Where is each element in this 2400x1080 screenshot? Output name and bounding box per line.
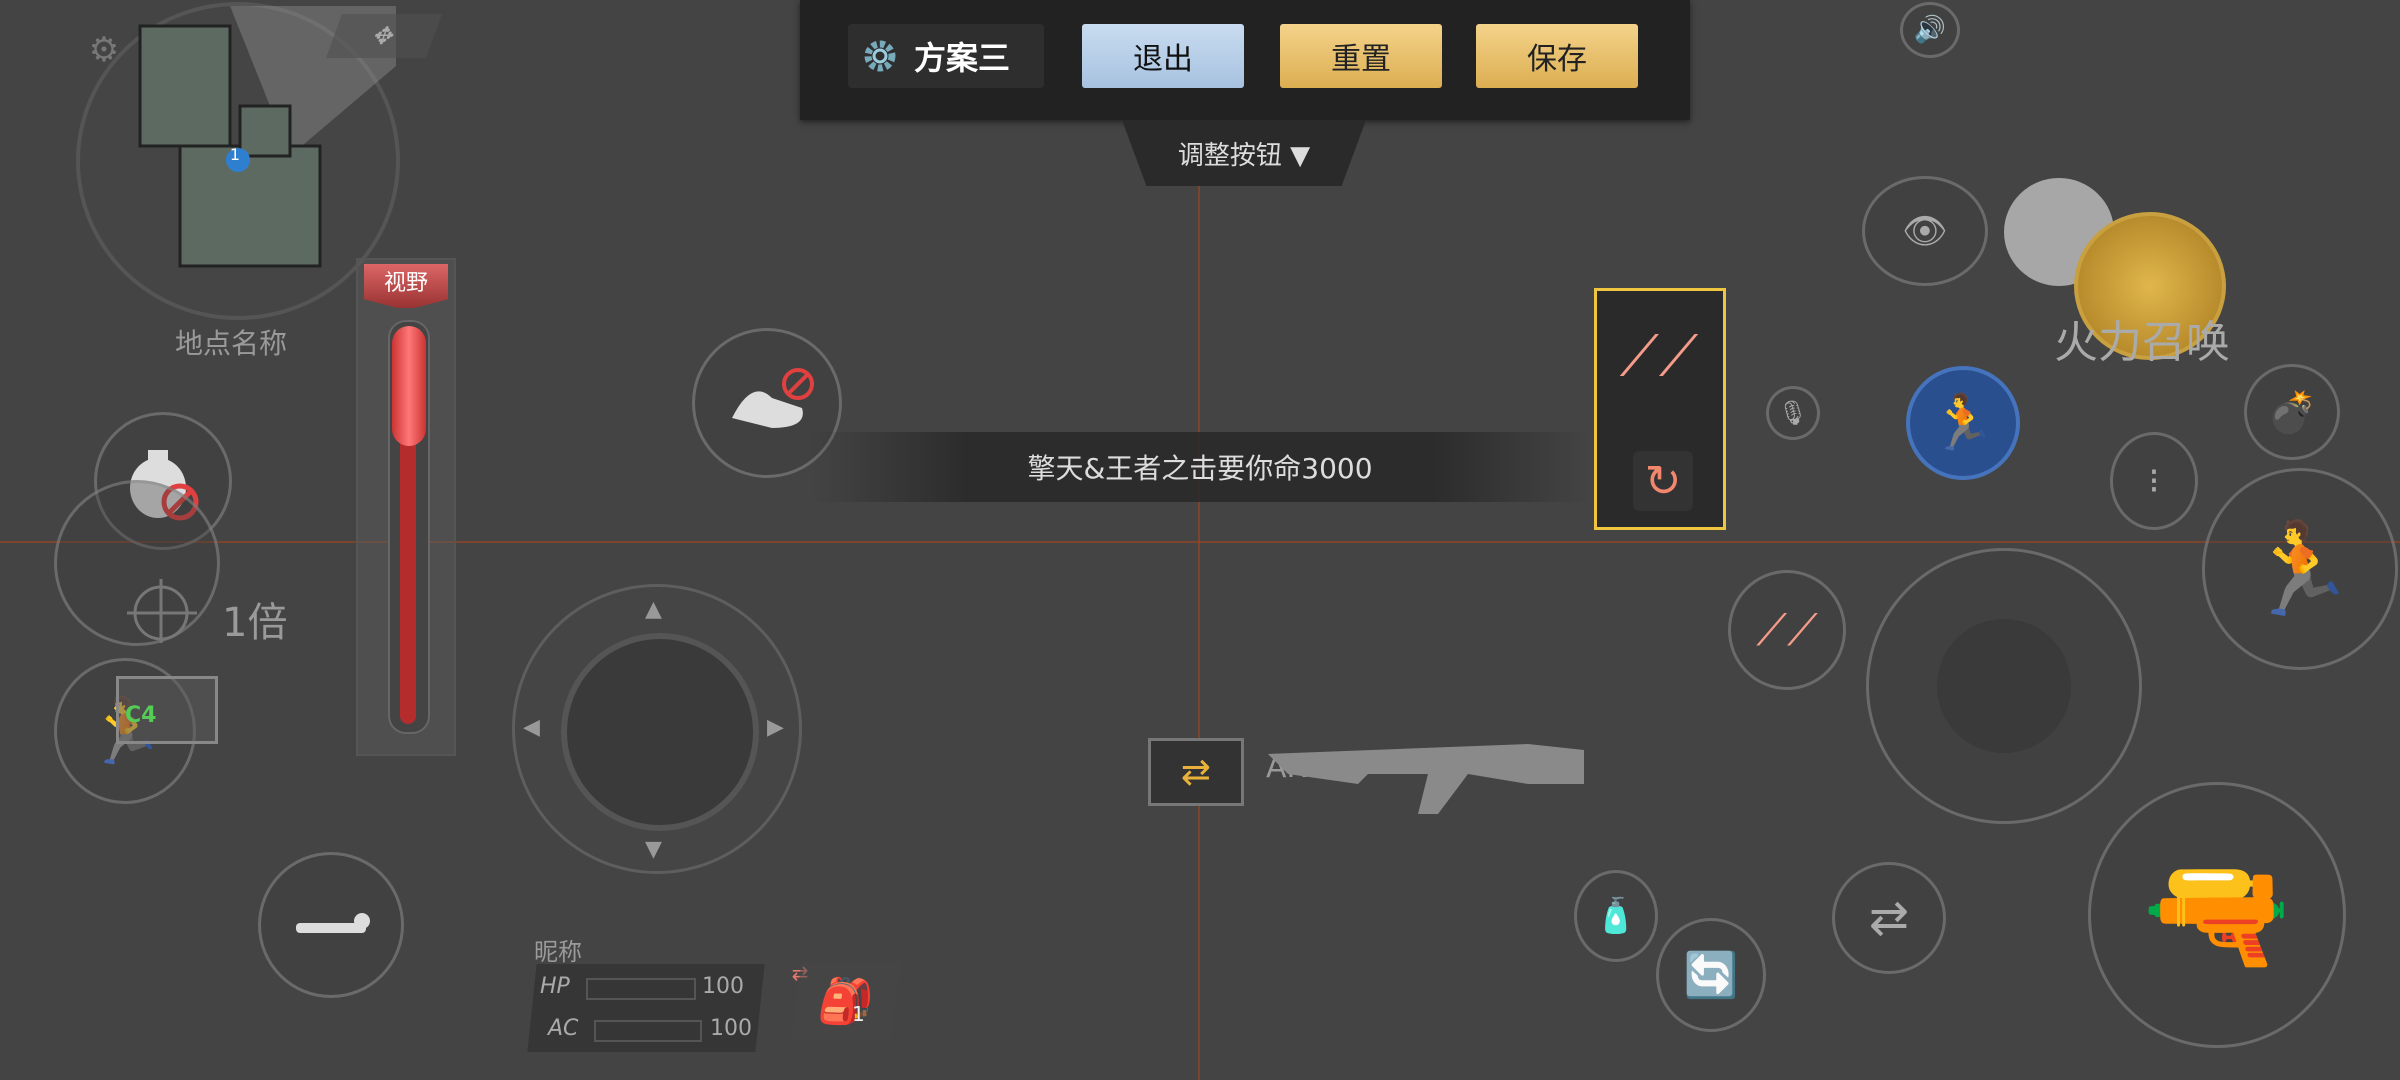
zoom-level: 1倍 [222,600,288,646]
claw-skill-small-icon[interactable]: ⟋⟋ [1728,570,1846,690]
scope-button[interactable] [54,480,220,646]
save-button[interactable]: 保存 [1476,24,1638,88]
scope-crosshair-icon [127,579,197,643]
location-name: 地点名称 [175,327,288,360]
bullet-icon [1937,619,2071,753]
microphone-icon[interactable]: 🎙 [1766,386,1820,440]
fire-button[interactable] [1866,548,2142,824]
fov-label: 视野 [364,264,448,308]
c4-battery-box: C4 [116,676,218,744]
ac-value: 100 [710,1016,752,1041]
player-marker: 1 [229,145,241,164]
grenade-right-icon[interactable]: 💣 [2244,364,2340,460]
reload-icon[interactable]: 🔄 [1656,918,1766,1032]
ak47-rifle-icon [1268,744,1584,814]
bullet-small-icon[interactable]: ⁝ [2110,432,2198,530]
prone-icon[interactable] [258,852,404,998]
dash-skill-icon[interactable]: 🏃 [1906,366,2020,480]
move-arrows-icon[interactable]: ✥ [325,14,443,58]
player-nickname: 昵称 [534,938,582,966]
scheme-name: 方案三 [914,39,1011,77]
weapon-swap-icon[interactable]: ⇄ [1148,738,1244,806]
spray-icon[interactable]: 🧴 [1574,870,1658,962]
hp-value: 100 [702,974,744,999]
up-arrow-icon: ▲ [645,597,662,622]
aim-fire-icon[interactable]: 🔫 [2088,782,2346,1048]
switch-icon[interactable]: ⇄ [1832,862,1946,974]
speaker-icon[interactable]: 🔊 [1900,2,1960,58]
jump-right-icon[interactable]: 🏃 [2202,468,2398,670]
skill-switch-icon[interactable]: ↻ [1633,451,1693,511]
reset-button[interactable]: 重置 [1280,24,1442,88]
gear-icon [864,40,896,72]
movement-joystick[interactable]: ▲ ▼ ◀ ▶ [512,584,802,874]
selected-skill-group[interactable]: ⟋⟋ ↻ [1594,288,1726,530]
scheme-selector[interactable]: 方案三 [848,24,1044,88]
ac-label: AC [548,1016,579,1041]
hp-label: HP [540,974,570,999]
exit-button[interactable]: 退出 [1082,24,1244,88]
left-arrow-icon: ◀ [523,715,540,740]
fov-track [388,320,430,734]
fov-handle[interactable] [392,326,426,446]
claw-skill-icon[interactable]: ⟋⟋ [1611,309,1707,405]
fov-slider[interactable]: 视野 [356,258,456,756]
backpack-icon[interactable]: 🎒 [790,962,902,1040]
rifle-view-icon[interactable]: 👁 [1862,176,1988,286]
c4-label: C4 [125,703,157,728]
ac-bar [594,1020,702,1042]
hp-bar [586,978,696,1000]
joystick-knob[interactable] [561,633,759,831]
settings-gear-icon[interactable]: ⚙ [84,30,124,70]
adjust-buttons-dropdown[interactable]: 调整按钮 ▼ [1122,120,1366,186]
kill-banner: 擎天&王者之击要你命3000 [810,432,1590,502]
right-arrow-icon: ▶ [767,715,784,740]
down-arrow-icon: ▼ [645,837,662,862]
backpack-count: 1 [852,1002,865,1026]
firepower-summon-label: 火力召唤 [2054,317,2230,368]
